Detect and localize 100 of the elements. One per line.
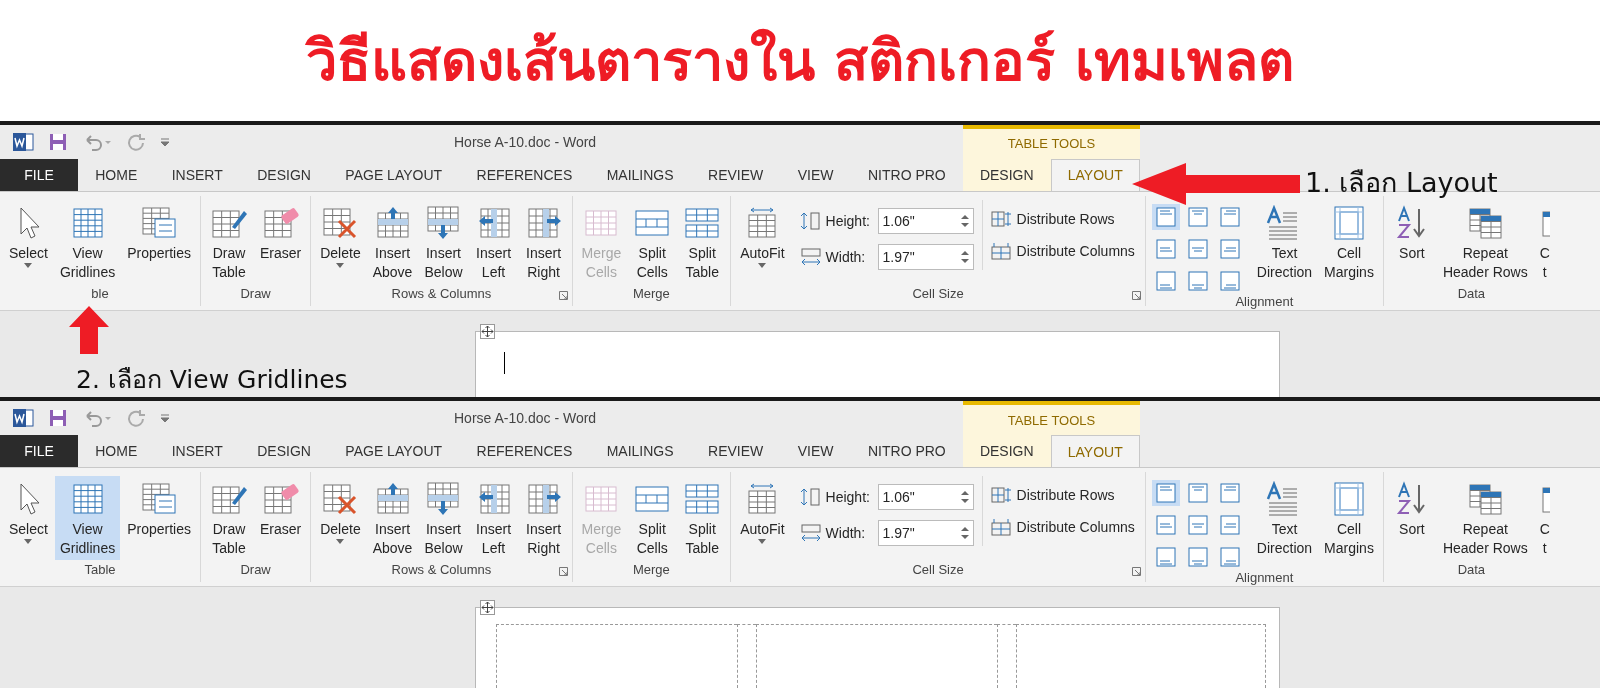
ribbon-tab[interactable]: PAGE LAYOUT (335, 158, 453, 191)
ribbon-button[interactable]: Split Cells (628, 476, 677, 561)
spin-field[interactable]: 1.06" (877, 207, 974, 234)
ribbon-button[interactable]: View Gridlines (54, 199, 121, 284)
group-label: Rows & Columns (391, 562, 492, 580)
ribbon-button[interactable]: Insert Above (367, 476, 418, 561)
ribbon-button[interactable]: Select (4, 476, 53, 547)
ribbon-button[interactable]: Eraser (255, 199, 307, 265)
ribbon-button[interactable]: Insert Right (519, 476, 568, 561)
ribbon-button[interactable]: Repeat Header Rows (1437, 199, 1533, 284)
ribbon-tab[interactable]: DESIGN (247, 158, 321, 191)
ribbon-tab[interactable]: REFERENCES (466, 158, 583, 191)
ribbon-tab[interactable]: LAYOUT (1050, 435, 1140, 468)
ribbon-button[interactable]: Delete (315, 199, 366, 270)
ribbon-button[interactable]: Draw Table (205, 199, 253, 284)
ribbon-button[interactable]: Sort (1387, 476, 1436, 542)
align-icon (1187, 483, 1208, 504)
ribbon-tab[interactable]: HOME (85, 435, 148, 468)
spin-field[interactable]: 1.97" (877, 243, 974, 270)
ribbon-button[interactable]: Split Table (678, 199, 727, 284)
ribbon-tab[interactable]: DESIGN (247, 435, 321, 468)
ribbon-tab[interactable]: DESIGN (963, 158, 1051, 191)
save-icon[interactable] (48, 408, 68, 429)
ribbon-tab[interactable]: DESIGN (963, 435, 1051, 468)
word-logo-icon[interactable] (12, 408, 34, 429)
ribbon-tab[interactable]: NITRO PRO (857, 435, 956, 468)
group-label: Draw (240, 285, 271, 303)
dialog-launcher-icon[interactable] (1131, 290, 1141, 300)
dialog-launcher-icon[interactable] (558, 567, 568, 577)
ribbon-button[interactable]: Insert Above (367, 199, 418, 284)
ribbon-button[interactable]: Insert Left (469, 476, 518, 561)
ribbon-tab[interactable]: LAYOUT (1050, 158, 1140, 191)
ribbon-button[interactable]: Split Cells (628, 199, 677, 284)
ribbon-button[interactable]: Properties (122, 199, 196, 265)
ribbon-button[interactable]: AutoFit (735, 476, 790, 547)
field-label: Height: (825, 489, 871, 506)
ribbon-button[interactable]: Split Table (678, 476, 727, 561)
ribbon-button[interactable]: C t (1534, 199, 1555, 284)
ribbon-button[interactable]: Distribute Columns (990, 241, 1135, 260)
ribbon-button[interactable]: Distribute Columns (990, 518, 1135, 537)
ribbon-tab[interactable]: INSERT (161, 158, 233, 191)
redo-icon[interactable] (126, 131, 146, 152)
redo-icon[interactable] (126, 408, 146, 429)
ribbon-tab[interactable]: REVIEW (698, 158, 774, 191)
ribbon-button[interactable]: Insert Left (469, 199, 518, 284)
distribute-rows-icon (990, 486, 1011, 505)
ribbon-button[interactable]: Cell Margins (1319, 476, 1379, 561)
group-label: Table (84, 562, 116, 580)
ribbon-button[interactable]: Repeat Header Rows (1437, 476, 1533, 561)
ribbon-tab[interactable]: REVIEW (698, 435, 774, 468)
window-title: Horse A-10.doc - Word (454, 410, 597, 427)
ribbon-button[interactable]: Insert Below (419, 199, 468, 284)
ribbon-button[interactable]: Sort (1387, 199, 1436, 265)
ribbon-button[interactable]: Insert Right (519, 199, 568, 284)
ribbon-button[interactable]: Distribute Rows (990, 486, 1135, 505)
row-height-icon (799, 210, 822, 231)
move-handle-icon[interactable] (480, 600, 495, 616)
field-label: Width: (825, 525, 867, 542)
word-logo-icon[interactable] (12, 131, 34, 152)
save-icon[interactable] (48, 131, 68, 152)
group-label: Merge (632, 285, 670, 303)
ribbon-button[interactable]: Insert Below (419, 476, 468, 561)
ribbon-button[interactable]: Cell Margins (1319, 199, 1379, 284)
align-icon (1187, 547, 1208, 568)
ribbon-tab[interactable]: HOME (85, 158, 148, 191)
group-label: Alignment (1235, 293, 1294, 309)
dialog-launcher-icon[interactable] (1131, 567, 1141, 577)
window-title: Horse A-10.doc - Word (454, 133, 597, 150)
annotation-text: 1. เลือก Layout (1305, 165, 1498, 200)
spin-field[interactable]: 1.97" (877, 520, 974, 547)
ribbon-tab[interactable]: MAILINGS (596, 158, 684, 191)
ribbon-tab[interactable]: FILE (0, 158, 78, 191)
ribbon-button[interactable]: Delete (315, 476, 366, 547)
ribbon-button[interactable]: Draw Table (205, 476, 253, 561)
group-label: Cell Size (912, 285, 964, 303)
customize-caret-icon[interactable] (160, 135, 170, 148)
ribbon-button[interactable]: AutoFit (735, 199, 790, 270)
ribbon-tab[interactable]: MAILINGS (596, 435, 684, 468)
ribbon-button[interactable]: Properties (122, 476, 196, 542)
ribbon-button[interactable]: Select (4, 199, 53, 270)
ribbon-button[interactable]: Text Direction (1251, 199, 1318, 284)
customize-caret-icon[interactable] (160, 412, 170, 425)
ribbon-button[interactable]: Text Direction (1251, 476, 1318, 561)
ribbon-tab[interactable]: VIEW (787, 158, 844, 191)
ribbon-button[interactable]: Eraser (255, 476, 307, 542)
spin-field[interactable]: 1.06" (877, 484, 974, 511)
ribbon-tab[interactable]: VIEW (787, 435, 844, 468)
ribbon-tab[interactable]: FILE (0, 435, 78, 468)
ribbon-button[interactable]: View Gridlines (54, 476, 121, 561)
move-handle-icon[interactable] (480, 323, 495, 339)
align-button[interactable] (1151, 480, 1180, 507)
ribbon-tab[interactable]: NITRO PRO (857, 158, 956, 191)
ribbon-tab[interactable]: PAGE LAYOUT (335, 435, 453, 468)
ribbon-tab[interactable]: INSERT (161, 435, 233, 468)
ribbon-button[interactable]: Distribute Rows (990, 209, 1135, 228)
dialog-launcher-icon[interactable] (558, 290, 568, 300)
align-button[interactable] (1151, 203, 1180, 230)
ribbon-button[interactable]: C t (1534, 476, 1555, 561)
ribbon-tab[interactable]: REFERENCES (466, 435, 583, 468)
distribute-columns-icon (990, 518, 1011, 537)
